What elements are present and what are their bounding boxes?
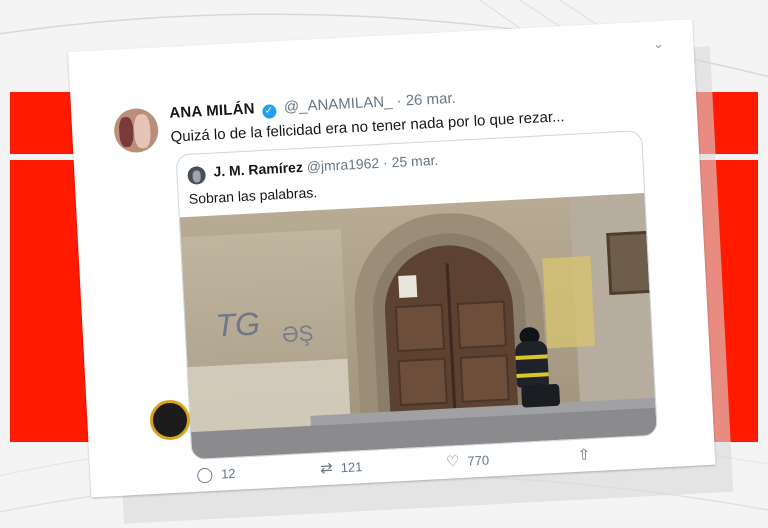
tweet-date[interactable]: · 26 mar. bbox=[396, 90, 456, 110]
reply-button[interactable]: ◯ 12 bbox=[196, 464, 236, 484]
quoted-photo[interactable]: TG ƏŞ bbox=[179, 193, 657, 460]
photo-notice-board bbox=[606, 230, 656, 295]
quoted-author-name[interactable]: J. M. Ramírez bbox=[213, 159, 303, 180]
retweet-count: 121 bbox=[340, 459, 363, 476]
author-handle[interactable]: @_ANAMILAN_ bbox=[283, 93, 392, 116]
quoted-tweet[interactable]: J. M. Ramírez @jmra1962 · 25 mar. Sobran… bbox=[175, 130, 658, 461]
sticker-icon bbox=[150, 400, 190, 440]
door-panel bbox=[394, 303, 446, 353]
retweet-icon: ⇄ bbox=[319, 459, 334, 478]
reply-count: 12 bbox=[220, 465, 236, 482]
retweet-button[interactable]: ⇄ 121 bbox=[320, 457, 363, 477]
chevron-down-icon[interactable]: ⌄ bbox=[649, 35, 668, 54]
photo-paper-notice bbox=[398, 275, 418, 298]
share-button[interactable]: ⇧ bbox=[577, 445, 598, 464]
share-icon: ⇧ bbox=[577, 446, 591, 464]
quoted-date[interactable]: · 25 mar. bbox=[383, 152, 439, 171]
quoted-header: J. M. Ramírez @jmra1962 · 25 mar. bbox=[213, 152, 439, 180]
door-panel bbox=[459, 354, 510, 403]
door-panel bbox=[397, 357, 448, 407]
quoted-handle[interactable]: @jmra1962 bbox=[306, 155, 379, 175]
graffiti-right: ƏŞ bbox=[281, 320, 314, 348]
quoted-text: Sobran las palabras. bbox=[188, 184, 318, 207]
reply-icon: ◯ bbox=[195, 465, 214, 484]
like-icon: ♡ bbox=[445, 453, 460, 471]
like-count: 770 bbox=[467, 452, 490, 469]
verified-icon: ✓ bbox=[261, 104, 277, 119]
graffiti-left: TG bbox=[214, 305, 261, 344]
quoted-avatar[interactable] bbox=[187, 165, 207, 185]
like-button[interactable]: ♡ 770 bbox=[445, 451, 490, 471]
avatar[interactable] bbox=[113, 107, 160, 154]
photo-firefighter bbox=[504, 326, 561, 417]
door-panel bbox=[456, 300, 508, 349]
author-name[interactable]: ANA MILÁN bbox=[169, 100, 255, 121]
